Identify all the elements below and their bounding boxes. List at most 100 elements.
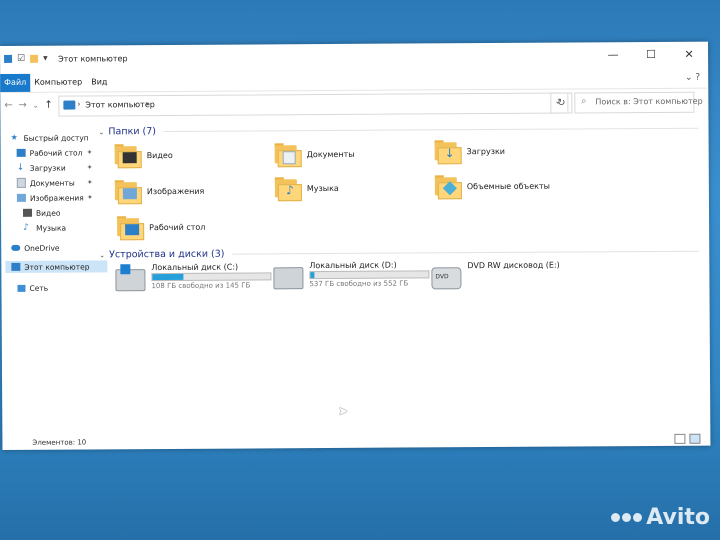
avito-logo-icon	[611, 513, 643, 522]
sidebar-item-downloads[interactable]: ↓ Загрузки	[17, 162, 66, 174]
back-icon[interactable]: ←	[4, 100, 12, 111]
cloud-icon	[11, 244, 21, 251]
address-row: ← → ⌄ ↑ › Этот компьютер › ⌄ ↻ ⌕ Поиск в…	[0, 88, 708, 120]
sidebar-item-label: Рабочий стол	[29, 147, 83, 158]
large-icons-view-icon[interactable]	[689, 433, 701, 444]
drive-label: Локальный диск (C:)	[151, 262, 239, 273]
forward-icon[interactable]: →	[18, 100, 26, 111]
sidebar-item-label: Сеть	[29, 283, 49, 293]
pin-icon[interactable]: ✦	[87, 193, 93, 201]
sidebar-item-images[interactable]: Изображения	[16, 191, 84, 203]
main-content: ⌄ Папки (7) Видео Документы ↓ Загрузки И…	[98, 120, 700, 436]
folder-label: Музыка	[306, 183, 339, 193]
image-icon	[16, 193, 26, 202]
ribbon-expand-icon[interactable]: ⌄ ?	[685, 73, 700, 83]
folder-3d-objects[interactable]: Объемные объекты	[434, 174, 550, 200]
music-icon: ♪	[23, 222, 29, 233]
chevron-down-icon[interactable]: ⌄	[99, 251, 105, 259]
video-folder-icon	[114, 143, 142, 169]
download-icon: ↓	[16, 162, 25, 173]
downloads-folder-icon: ↓	[434, 139, 462, 165]
folder-label: Объемные объекты	[466, 181, 550, 191]
chevron-right-icon[interactable]: ›	[145, 99, 148, 108]
folder-label: Видео	[146, 150, 173, 160]
drive-e[interactable]: DVD DVD RW дисковод (E:)	[431, 261, 560, 290]
folder-images[interactable]: Изображения	[114, 179, 205, 205]
close-icon[interactable]: ✕	[670, 42, 708, 66]
folder-video[interactable]: Видео	[114, 143, 173, 169]
folder-downloads[interactable]: ↓ Загрузки	[434, 139, 506, 165]
sidebar-item-quick-access[interactable]: ★ Быстрый доступ	[11, 131, 89, 143]
drive-c[interactable]: Локальный диск (C:) 108 ГБ свободно из 1…	[115, 262, 272, 292]
drive-label: Локальный диск (D:)	[309, 260, 397, 271]
folder-music[interactable]: ♪ Музыка	[274, 176, 339, 202]
folders-group-header[interactable]: ⌄ Папки (7)	[98, 123, 699, 138]
folder-desktop[interactable]: Рабочий стол	[117, 215, 206, 241]
recent-dropdown-icon[interactable]: ⌄	[32, 101, 39, 110]
window-controls: — ☐ ✕	[594, 42, 708, 67]
sidebar-item-video[interactable]: Видео	[22, 207, 61, 219]
minimize-icon[interactable]: —	[594, 42, 632, 66]
up-icon[interactable]: ↑	[44, 100, 52, 111]
pin-icon[interactable]: ✦	[87, 163, 93, 171]
window-title: Этот компьютер	[58, 54, 128, 64]
sidebar-item-label: Видео	[35, 208, 61, 218]
watermark-text: Avito	[646, 505, 710, 530]
sidebar-item-documents[interactable]: Документы	[16, 177, 75, 189]
folder-documents[interactable]: Документы	[274, 142, 355, 168]
details-view-icon[interactable]	[674, 433, 686, 444]
group-title: Папки (7)	[108, 126, 157, 138]
drive-free-space: 537 ГБ свободно из 552 ГБ	[309, 279, 409, 289]
hard-drive-icon	[273, 267, 304, 290]
3d-objects-folder-icon	[434, 174, 462, 200]
drive-usage-bar	[309, 270, 430, 280]
drive-label: DVD RW дисковод (E:)	[467, 260, 560, 271]
desktop-folder-icon	[117, 215, 145, 241]
drive-free-space: 108 ГБ свободно из 145 ГБ	[151, 281, 251, 291]
documents-folder-icon	[274, 142, 302, 168]
document-icon	[16, 177, 26, 188]
pin-icon[interactable]: ✦	[87, 148, 93, 156]
qat-dropdown-icon[interactable]: ▾	[43, 54, 48, 64]
folder-label: Документы	[306, 149, 355, 159]
address-bar[interactable]: › Этот компьютер › ⌄	[58, 92, 569, 117]
refresh-icon[interactable]: ↻	[550, 92, 573, 114]
tab-computer[interactable]: Компьютер	[34, 73, 82, 91]
chevron-right-icon[interactable]: ›	[77, 100, 80, 109]
devices-group-header[interactable]: ⌄ Устройства и диски (3)	[99, 246, 700, 261]
music-folder-icon: ♪	[274, 176, 302, 202]
chevron-down-icon[interactable]: ⌄	[99, 128, 105, 136]
sidebar-item-label: Этот компьютер	[24, 261, 90, 272]
sidebar-item-onedrive[interactable]: OneDrive	[11, 242, 60, 254]
properties-icon[interactable]: ☑	[17, 54, 25, 64]
drive-d[interactable]: Локальный диск (D:) 537 ГБ свободно из 5…	[273, 260, 430, 290]
avito-watermark: Avito	[611, 505, 710, 530]
sidebar-item-this-pc[interactable]: Этот компьютер	[5, 260, 108, 273]
search-input[interactable]: ⌕ Поиск в: Этот компьютер	[574, 91, 703, 114]
folder-label: Загрузки	[466, 146, 506, 156]
maximize-icon[interactable]: ☐	[632, 42, 670, 66]
sidebar-item-label: Изображения	[29, 192, 84, 203]
sidebar-item-desktop[interactable]: Рабочий стол	[16, 146, 83, 158]
sidebar-item-label: Документы	[29, 178, 75, 188]
tab-view[interactable]: Вид	[91, 73, 107, 91]
folder-label: Рабочий стол	[149, 222, 206, 232]
star-icon: ★	[10, 132, 18, 142]
new-folder-icon[interactable]	[30, 54, 39, 63]
sidebar-item-label: Быстрый доступ	[23, 132, 89, 143]
video-icon	[22, 208, 33, 217]
divider	[163, 127, 699, 132]
tab-file[interactable]: Файл	[0, 73, 31, 92]
sidebar-item-label: OneDrive	[24, 243, 60, 253]
pin-icon[interactable]: ✦	[87, 178, 93, 186]
images-folder-icon	[114, 179, 142, 205]
drive-usage-bar	[151, 272, 272, 282]
view-switcher	[674, 433, 701, 444]
dvd-drive-icon: DVD	[431, 267, 462, 290]
computer-icon	[11, 262, 21, 271]
windows-drive-icon	[115, 264, 146, 292]
sidebar-item-network[interactable]: Сеть	[17, 282, 48, 294]
quick-access-toolbar: ☑ ▾	[4, 54, 48, 64]
sidebar-item-music[interactable]: ♪ Музыка	[23, 222, 66, 234]
file-explorer-window: ☑ ▾ Этот компьютер — ☐ ✕ Файл Компьютер …	[0, 41, 711, 450]
